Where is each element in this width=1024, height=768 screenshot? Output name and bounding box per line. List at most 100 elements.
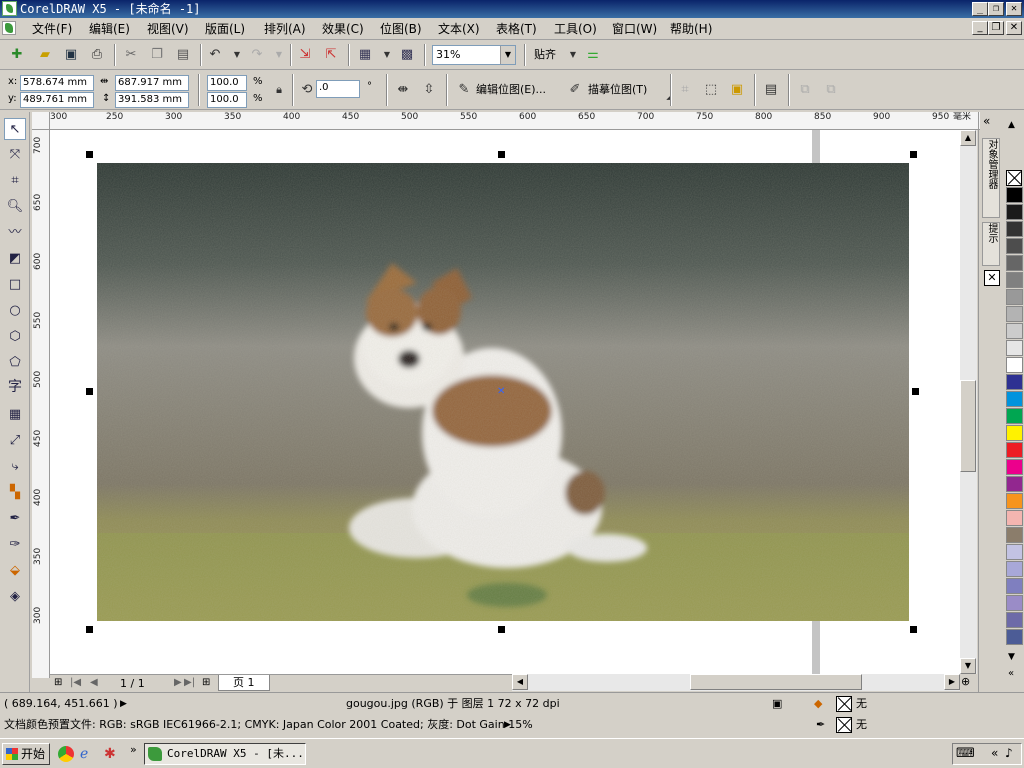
- edit-bitmap-icon[interactable]: ✎: [455, 81, 473, 99]
- docker-collapse-icon[interactable]: «: [983, 114, 990, 128]
- page-tab[interactable]: 页 1: [218, 675, 270, 691]
- docker-close-icon[interactable]: ✕: [984, 270, 1000, 286]
- horizontal-scroll-thumb[interactable]: [690, 674, 862, 690]
- menu-tools[interactable]: 工具(O): [552, 21, 599, 37]
- palette-scroll-up-icon[interactable]: ▲: [1008, 120, 1015, 130]
- scroll-down-button[interactable]: ▼: [960, 658, 976, 674]
- color-swatch[interactable]: [1006, 289, 1023, 305]
- chrome-icon[interactable]: [58, 746, 74, 762]
- scroll-up-button[interactable]: ▲: [960, 130, 976, 146]
- selection-handle-right[interactable]: [912, 388, 919, 395]
- menu-file[interactable]: 文件(F): [30, 21, 74, 37]
- last-page-icon[interactable]: ▶|: [184, 677, 195, 688]
- options-icon[interactable]: ⚌: [584, 46, 602, 64]
- color-swatch[interactable]: [1006, 374, 1023, 390]
- color-swatch[interactable]: [1006, 357, 1023, 373]
- ellipse-tool-icon[interactable]: ○: [4, 300, 26, 322]
- color-swatch[interactable]: [1006, 612, 1023, 628]
- color-proof-icon[interactable]: ▣: [772, 697, 782, 711]
- application-launcher-icon[interactable]: ▦: [356, 46, 374, 64]
- height-field[interactable]: 391.583 mm: [115, 92, 189, 108]
- crop-tool-icon[interactable]: ⌗: [4, 170, 26, 192]
- palette-expand-icon[interactable]: «: [1008, 668, 1014, 679]
- import-icon[interactable]: ⇲: [296, 46, 314, 64]
- pick-tool-icon[interactable]: ↖: [4, 118, 26, 140]
- basic-shapes-tool-icon[interactable]: ⬠: [4, 352, 26, 374]
- document-icon[interactable]: [2, 21, 16, 35]
- doc-restore-button[interactable]: ❐: [988, 21, 1004, 35]
- mirror-vertical-icon[interactable]: ⇳: [420, 81, 438, 99]
- launcher-dropdown-icon[interactable]: ▼: [378, 46, 396, 64]
- center-marker-icon[interactable]: ✕: [497, 387, 505, 397]
- x-position-field[interactable]: 578.674 mm: [20, 75, 94, 91]
- selection-handle-top-left[interactable]: [86, 151, 93, 158]
- menu-bitmaps[interactable]: 位图(B): [378, 21, 424, 37]
- palette-scroll-down-icon[interactable]: ▼: [1008, 652, 1015, 662]
- snap-dropdown-icon[interactable]: ▼: [564, 46, 582, 64]
- vertical-ruler[interactable]: 700 650 600 550 500 450 400 350 300: [32, 130, 50, 678]
- hints-tab[interactable]: 提示: [982, 222, 1000, 266]
- menu-text[interactable]: 文本(X): [436, 21, 482, 37]
- copy-icon[interactable]: ❐: [148, 46, 166, 64]
- color-swatch[interactable]: [1006, 272, 1023, 288]
- undo-dropdown-icon[interactable]: ▼: [228, 46, 246, 64]
- selection-handle-bottom-right[interactable]: [910, 626, 917, 633]
- export-icon[interactable]: ⇱: [322, 46, 340, 64]
- y-position-field[interactable]: 489.761 mm: [20, 92, 94, 108]
- outline-pen-tool-icon[interactable]: ✑: [4, 534, 26, 556]
- width-field[interactable]: 687.917 mm: [115, 75, 189, 91]
- document-color-profile[interactable]: 文档颜色预置文件: RGB: sRGB IEC61966-2.1; CMYK: …: [4, 718, 533, 732]
- horizontal-ruler[interactable]: 300 250 300 350 400 450 500 550 600 650 …: [50, 112, 980, 130]
- menu-view[interactable]: 视图(V): [145, 21, 191, 37]
- color-swatch[interactable]: [1006, 187, 1023, 203]
- trace-bitmap-button[interactable]: 描摹位图(T): [588, 81, 647, 99]
- new-document-icon[interactable]: ✚: [8, 46, 26, 64]
- ruler-origin[interactable]: [32, 112, 50, 130]
- close-button[interactable]: ✕: [1006, 2, 1022, 16]
- color-swatch[interactable]: [1006, 629, 1023, 645]
- redo-dropdown-icon[interactable]: ▼: [270, 46, 288, 64]
- dimension-tool-icon[interactable]: ⤢: [4, 430, 26, 452]
- color-swatch[interactable]: [1006, 527, 1023, 543]
- scale-y-field[interactable]: 100.0: [207, 92, 247, 108]
- rectangle-tool-icon[interactable]: □: [4, 274, 26, 296]
- outline-none-swatch[interactable]: [836, 717, 852, 733]
- fill-none-swatch[interactable]: [836, 696, 852, 712]
- lock-ratio-icon[interactable]: 🔒︎: [270, 81, 288, 99]
- profile-menu-icon[interactable]: ▶: [504, 718, 511, 732]
- vertical-scroll-thumb[interactable]: [960, 380, 976, 472]
- color-swatch[interactable]: [1006, 238, 1023, 254]
- color-swatch[interactable]: [1006, 459, 1023, 475]
- edit-bitmap-button[interactable]: 编辑位图(E)...: [476, 81, 546, 99]
- start-button[interactable]: 开始: [2, 743, 50, 765]
- selection-handle-top[interactable]: [498, 151, 505, 158]
- text-tool-icon[interactable]: 字: [4, 376, 26, 398]
- tray-expand-icon[interactable]: «: [991, 746, 998, 760]
- color-swatch[interactable]: [1006, 476, 1023, 492]
- eyedropper-tool-icon[interactable]: ✒: [4, 508, 26, 530]
- color-swatch[interactable]: [1006, 442, 1023, 458]
- color-swatch[interactable]: [1006, 408, 1023, 424]
- snap-to-button[interactable]: 贴齐: [534, 46, 556, 64]
- prev-page-icon[interactable]: ◀: [90, 677, 98, 688]
- paste-icon[interactable]: ▤: [174, 46, 192, 64]
- color-swatch[interactable]: [1006, 561, 1023, 577]
- to-back-icon[interactable]: ⧉: [822, 81, 840, 99]
- color-swatch[interactable]: [1006, 204, 1023, 220]
- wrap-text-icon[interactable]: ▤: [762, 81, 780, 99]
- quicklaunch-app-icon[interactable]: ✱: [104, 745, 116, 763]
- coords-menu-icon[interactable]: ▶: [120, 697, 127, 711]
- next-page-icon[interactable]: ▶: [174, 677, 182, 688]
- save-icon[interactable]: ▣: [62, 46, 80, 64]
- freehand-tool-icon[interactable]: 〰: [4, 222, 26, 244]
- menu-edit[interactable]: 编辑(E): [87, 21, 132, 37]
- maximize-button[interactable]: ❐: [988, 2, 1004, 16]
- to-front-icon[interactable]: ⧉: [796, 81, 814, 99]
- ie-icon[interactable]: ℯ: [80, 745, 88, 763]
- menu-effects[interactable]: 效果(C): [320, 21, 366, 37]
- scroll-left-button[interactable]: ◀: [512, 674, 528, 690]
- color-swatch[interactable]: [1006, 544, 1023, 560]
- smart-fill-tool-icon[interactable]: ◩: [4, 248, 26, 270]
- add-page-icon[interactable]: ⊞: [54, 677, 62, 688]
- menu-layout[interactable]: 版面(L): [203, 21, 247, 37]
